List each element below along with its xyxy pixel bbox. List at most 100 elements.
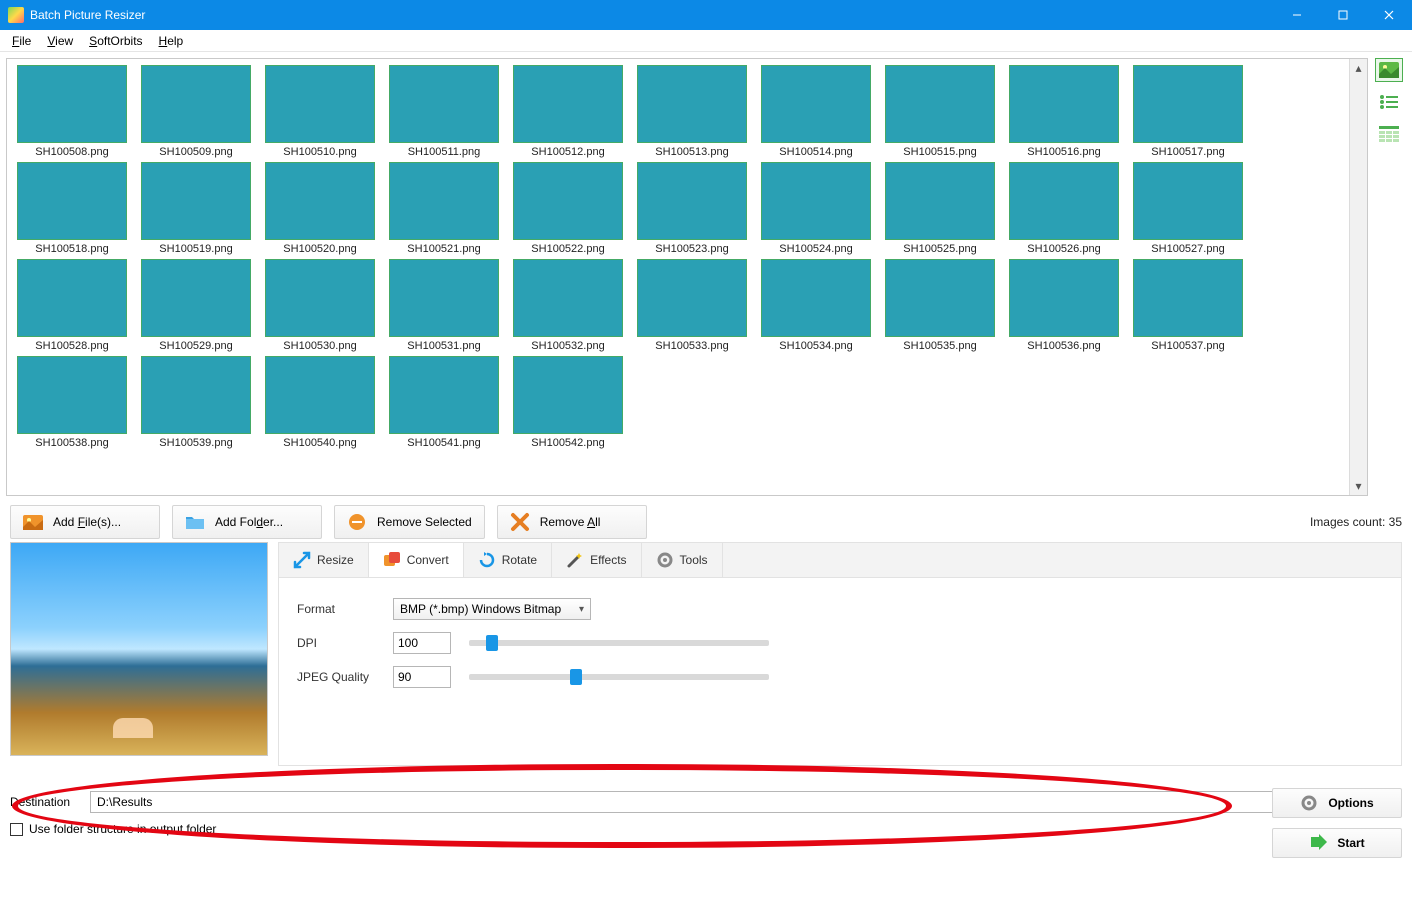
- thumbnail-item[interactable]: SH100511.png: [385, 65, 503, 158]
- images-count: Images count: 35: [1310, 515, 1402, 529]
- thumbnail-item[interactable]: SH100515.png: [881, 65, 999, 158]
- thumbnail-caption: SH100509.png: [159, 146, 232, 158]
- thumbnail-item[interactable]: SH100508.png: [13, 65, 131, 158]
- thumbnail-caption: SH100515.png: [903, 146, 976, 158]
- tab-tools[interactable]: Tools: [642, 543, 723, 577]
- add-files-button[interactable]: Add File(s)...: [10, 505, 160, 539]
- thumbnail-item[interactable]: SH100540.png: [261, 356, 379, 449]
- tab-convert[interactable]: Convert: [369, 543, 464, 577]
- maximize-button[interactable]: [1320, 0, 1366, 30]
- thumbnail-caption: SH100537.png: [1151, 340, 1224, 352]
- thumbnail-image: [885, 259, 995, 337]
- thumbnail-caption: SH100541.png: [407, 437, 480, 449]
- thumbnail-image: [389, 259, 499, 337]
- tab-body: Format BMP (*.bmp) Windows Bitmap ▾ DPI …: [278, 578, 1402, 766]
- thumbnail-item[interactable]: SH100514.png: [757, 65, 875, 158]
- thumbnail-item[interactable]: SH100542.png: [509, 356, 627, 449]
- use-folder-structure-checkbox[interactable]: [10, 823, 23, 836]
- thumbnail-caption: SH100539.png: [159, 437, 232, 449]
- thumbnail-item[interactable]: SH100528.png: [13, 259, 131, 352]
- start-button[interactable]: Start: [1272, 828, 1402, 858]
- options-button[interactable]: Options: [1272, 788, 1402, 818]
- menu-file[interactable]: File: [4, 32, 39, 50]
- remove-selected-button[interactable]: Remove Selected: [334, 505, 485, 539]
- thumbnail-caption: SH100536.png: [1027, 340, 1100, 352]
- window-title: Batch Picture Resizer: [30, 8, 1274, 22]
- convert-icon: [383, 551, 401, 569]
- thumbnail-item[interactable]: SH100539.png: [137, 356, 255, 449]
- dpi-slider[interactable]: [469, 640, 769, 646]
- dpi-label: DPI: [297, 636, 375, 650]
- thumbnail-item[interactable]: SH100509.png: [137, 65, 255, 158]
- thumbnail-image: [265, 356, 375, 434]
- thumbnail-scrollbar[interactable]: ▴ ▾: [1349, 59, 1367, 495]
- close-button[interactable]: [1366, 0, 1412, 30]
- scroll-down-icon[interactable]: ▾: [1350, 477, 1367, 495]
- thumbnail-item[interactable]: SH100530.png: [261, 259, 379, 352]
- thumbnail-caption: SH100516.png: [1027, 146, 1100, 158]
- thumbnail-item[interactable]: SH100521.png: [385, 162, 503, 255]
- preview-image: [10, 542, 268, 756]
- view-details-button[interactable]: [1375, 122, 1403, 146]
- thumbnail-item[interactable]: SH100538.png: [13, 356, 131, 449]
- jpeg-slider[interactable]: [469, 674, 769, 680]
- thumbnail-item[interactable]: SH100526.png: [1005, 162, 1123, 255]
- minimize-button[interactable]: [1274, 0, 1320, 30]
- thumbnail-item[interactable]: SH100512.png: [509, 65, 627, 158]
- format-label: Format: [297, 602, 375, 616]
- thumbnail-item[interactable]: SH100536.png: [1005, 259, 1123, 352]
- thumbnail-item[interactable]: SH100533.png: [633, 259, 751, 352]
- thumbnail-item[interactable]: SH100513.png: [633, 65, 751, 158]
- tab-strip: Resize Convert Rotate Effects Tools: [278, 542, 1402, 578]
- thumbnail-item[interactable]: SH100537.png: [1129, 259, 1247, 352]
- effects-icon: [566, 551, 584, 569]
- thumbnail-item[interactable]: SH100523.png: [633, 162, 751, 255]
- menu-softorbits[interactable]: SoftOrbits: [81, 32, 150, 50]
- format-select[interactable]: BMP (*.bmp) Windows Bitmap ▾: [393, 598, 591, 620]
- thumbnail-image: [389, 65, 499, 143]
- thumbnail-item[interactable]: SH100520.png: [261, 162, 379, 255]
- thumbnail-image: [141, 162, 251, 240]
- thumbnail-image: [513, 259, 623, 337]
- remove-all-button[interactable]: Remove All: [497, 505, 647, 539]
- scroll-track[interactable]: [1350, 77, 1367, 477]
- thumbnail-item[interactable]: SH100525.png: [881, 162, 999, 255]
- view-list-button[interactable]: [1375, 90, 1403, 114]
- add-folder-button[interactable]: Add Folder...: [172, 505, 322, 539]
- dpi-input[interactable]: [393, 632, 451, 654]
- thumbnail-item[interactable]: SH100519.png: [137, 162, 255, 255]
- thumbnail-item[interactable]: SH100531.png: [385, 259, 503, 352]
- scroll-up-icon[interactable]: ▴: [1350, 59, 1367, 77]
- thumbnail-item[interactable]: SH100532.png: [509, 259, 627, 352]
- thumbnail-grid[interactable]: SH100508.pngSH100509.pngSH100510.pngSH10…: [7, 59, 1349, 495]
- jpeg-input[interactable]: [393, 666, 451, 688]
- menu-view[interactable]: View: [39, 32, 81, 50]
- menu-help[interactable]: Help: [151, 32, 192, 50]
- tab-resize[interactable]: Resize: [279, 543, 369, 577]
- view-thumbnails-button[interactable]: [1375, 58, 1403, 82]
- remove-all-icon: [510, 512, 530, 532]
- thumbnail-item[interactable]: SH100518.png: [13, 162, 131, 255]
- thumbnail-caption: SH100513.png: [655, 146, 728, 158]
- thumbnail-item[interactable]: SH100524.png: [757, 162, 875, 255]
- thumbnail-item[interactable]: SH100529.png: [137, 259, 255, 352]
- destination-input[interactable]: D:\Results ▾: [90, 791, 1362, 813]
- main-row: SH100508.pngSH100509.pngSH100510.pngSH10…: [0, 52, 1412, 502]
- thumbnail-item[interactable]: SH100527.png: [1129, 162, 1247, 255]
- thumbnail-item[interactable]: SH100517.png: [1129, 65, 1247, 158]
- thumbnail-image: [1009, 259, 1119, 337]
- thumbnail-item[interactable]: SH100522.png: [509, 162, 627, 255]
- remove-selected-label: Remove Selected: [377, 515, 472, 529]
- tab-effects[interactable]: Effects: [552, 543, 641, 577]
- thumbnail-caption: SH100521.png: [407, 243, 480, 255]
- tab-rotate[interactable]: Rotate: [464, 543, 552, 577]
- thumbnail-item[interactable]: SH100534.png: [757, 259, 875, 352]
- thumbnail-caption: SH100529.png: [159, 340, 232, 352]
- thumbnail-caption: SH100518.png: [35, 243, 108, 255]
- thumbnail-item[interactable]: SH100510.png: [261, 65, 379, 158]
- thumbnail-item[interactable]: SH100516.png: [1005, 65, 1123, 158]
- gear-icon: [1300, 794, 1318, 812]
- dpi-row: DPI: [297, 626, 1383, 660]
- thumbnail-item[interactable]: SH100535.png: [881, 259, 999, 352]
- thumbnail-item[interactable]: SH100541.png: [385, 356, 503, 449]
